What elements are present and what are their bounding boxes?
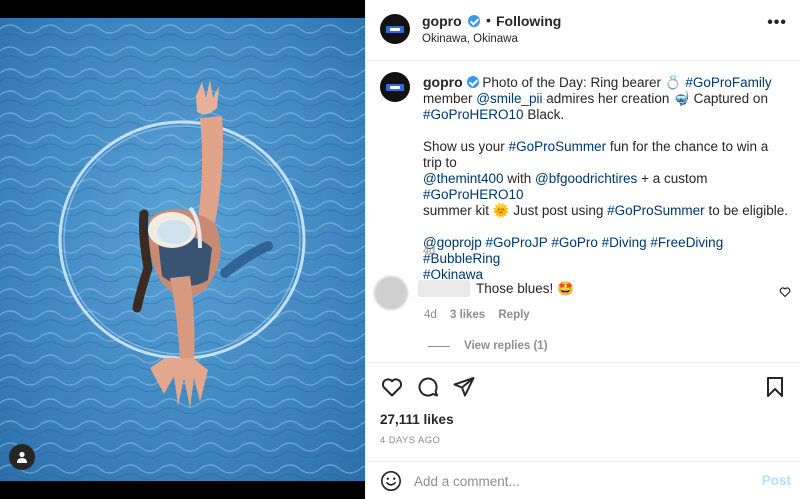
user-tag-icon[interactable]	[9, 444, 35, 470]
post-dialog: gopro • Following Okinawa, Okinawa ••• g…	[0, 0, 800, 499]
post-location[interactable]: Okinawa, Okinawa	[422, 33, 518, 45]
mention-link[interactable]: @bfgoodrichtires	[535, 171, 637, 186]
caption-username[interactable]: gopro	[423, 74, 463, 90]
caption-line: member	[423, 91, 473, 106]
replies-divider	[428, 345, 450, 347]
comment-item: Those blues! 🤩	[366, 272, 800, 312]
caption-line: + a custom	[641, 171, 708, 186]
comment-like-heart-icon[interactable]	[779, 286, 791, 301]
hashtag-link[interactable]: #GoPro	[551, 235, 598, 250]
view-replies-button[interactable]: View replies (1)	[428, 340, 548, 352]
post-header: gopro • Following Okinawa, Okinawa •••	[366, 0, 800, 61]
hashtag-link[interactable]: #GoProSummer	[607, 203, 705, 218]
caption-age[interactable]: 4d	[423, 245, 435, 257]
hashtag-link[interactable]: #FreeDiving	[650, 235, 723, 250]
underwater-photo	[0, 18, 365, 481]
caption-text: gopro Photo of the Day: Ring bearer 💍 #G…	[423, 74, 789, 299]
bookmark-icon[interactable]	[763, 375, 787, 399]
caption-line: summer kit 🌞 Just post using	[423, 203, 604, 218]
commenter-username-blurred[interactable]	[418, 280, 470, 297]
comment-age[interactable]: 4d	[424, 309, 437, 321]
caption-line: admires her creation 🤿 Captured on	[546, 91, 768, 106]
likes-count[interactable]: 27,111 likes	[380, 412, 454, 427]
smiley-icon[interactable]	[380, 470, 402, 492]
heart-icon[interactable]	[380, 375, 404, 399]
reply-button[interactable]: Reply	[498, 309, 529, 321]
mention-link[interactable]: @smile_pii	[476, 91, 542, 106]
hashtag-link[interactable]: #GoProSummer	[509, 139, 607, 154]
caption-avatar[interactable]	[380, 72, 410, 102]
verified-badge-icon	[468, 15, 480, 27]
mention-link[interactable]: @themint400	[423, 171, 504, 186]
gopro-avatar[interactable]	[380, 14, 410, 44]
caption-line: with	[507, 171, 532, 186]
post-media[interactable]	[0, 0, 365, 499]
hashtag-link[interactable]: #GoProHERO10	[423, 187, 524, 202]
following-button[interactable]: Following	[496, 13, 561, 29]
paper-plane-icon[interactable]	[452, 375, 476, 399]
caption-line: Show us your	[423, 139, 505, 154]
view-replies-label: View replies (1)	[464, 340, 548, 352]
hashtag-link[interactable]: #GoProHERO10	[423, 107, 524, 122]
hashtag-link[interactable]: #GoProJP	[486, 235, 548, 250]
post-date[interactable]: 4 DAYS AGO	[380, 435, 440, 446]
header-username[interactable]: gopro	[422, 13, 462, 29]
hashtag-link[interactable]: #GoProFamily	[685, 75, 771, 90]
add-comment-bar: Post	[366, 461, 800, 499]
verified-badge-icon	[466, 76, 479, 88]
caption-line: to be eligible.	[708, 203, 789, 218]
comment-likes[interactable]: 3 likes	[450, 309, 485, 321]
post-photo	[0, 18, 365, 481]
comment-bubble-icon[interactable]	[416, 375, 440, 399]
separator-dot: •	[486, 12, 491, 28]
comment-input[interactable]	[414, 470, 744, 492]
commenter-avatar[interactable]	[374, 276, 408, 310]
comment-text: Those blues! 🤩	[476, 281, 574, 296]
caption-line: Black.	[527, 107, 565, 122]
hashtag-link[interactable]: #Diving	[602, 235, 647, 250]
post-side-panel: gopro • Following Okinawa, Okinawa ••• g…	[365, 0, 800, 499]
more-options-icon[interactable]: •••	[767, 14, 787, 32]
comment-meta: 4d 3 likes Reply	[424, 309, 540, 321]
post-comment-button[interactable]: Post	[762, 473, 791, 488]
caption-line: Photo of the Day: Ring bearer 💍	[482, 75, 682, 90]
